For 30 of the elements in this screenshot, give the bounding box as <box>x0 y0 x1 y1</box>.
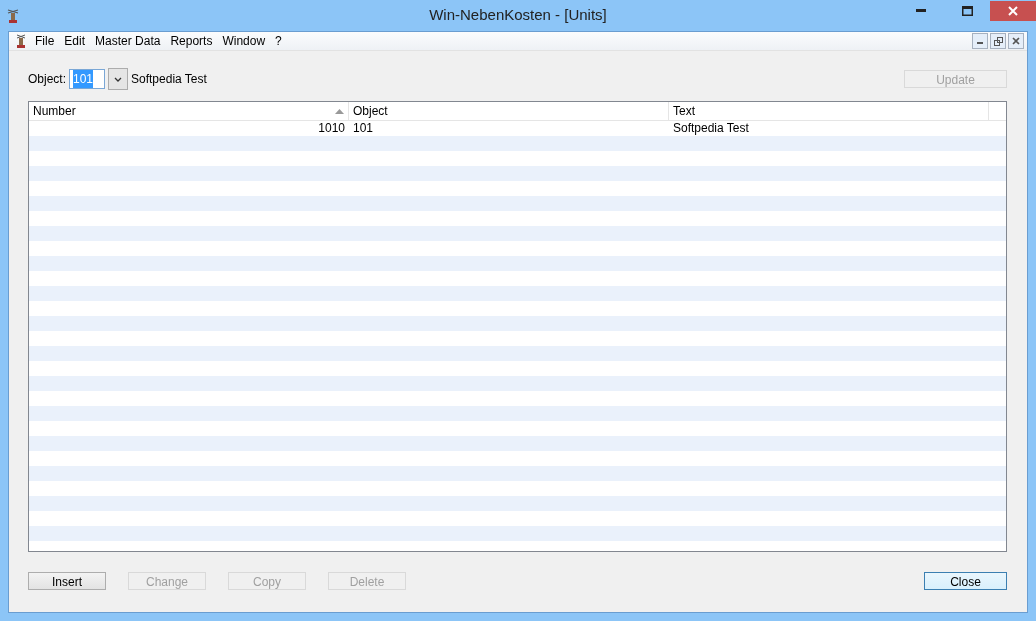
close-dialog-button[interactable]: Close <box>924 572 1007 590</box>
close-icon <box>1008 5 1018 16</box>
column-header[interactable]: Number <box>29 102 349 120</box>
chevron-down-icon <box>114 76 122 82</box>
menu-item[interactable]: ? <box>270 32 287 50</box>
close-button[interactable] <box>990 0 1036 21</box>
menu-item[interactable]: Master Data <box>90 32 166 50</box>
close-icon <box>1012 37 1020 45</box>
menu-item[interactable]: File <box>30 32 60 50</box>
action-button[interactable]: Insert <box>28 572 106 590</box>
maximize-icon <box>961 5 973 16</box>
close-button[interactable] <box>1008 33 1024 49</box>
column-header[interactable]: Object <box>349 102 669 120</box>
restore-icon <box>993 36 1003 46</box>
menu-item[interactable]: Reports <box>165 32 218 50</box>
minimize-icon <box>916 9 926 12</box>
table-cell-text: Softpedia Test <box>672 121 750 136</box>
app-icon <box>6 8 20 25</box>
app-icon <box>15 33 27 49</box>
window-title: Win-NebenKosten - [Units] <box>429 5 607 26</box>
object-description: Softpedia Test <box>131 71 207 88</box>
minimize-button[interactable] <box>972 33 988 49</box>
object-label: Object: <box>28 71 66 88</box>
menu-item[interactable]: Window <box>217 32 271 50</box>
table-row[interactable]: 1010 101 Softpedia Test <box>29 121 1006 136</box>
menu-item[interactable]: Edit <box>59 32 91 50</box>
table-cell-text: 1010 <box>317 121 346 136</box>
column-header[interactable]: Text <box>669 102 989 120</box>
table-cell-text: 101 <box>352 121 375 136</box>
restore-button[interactable] <box>990 33 1006 49</box>
